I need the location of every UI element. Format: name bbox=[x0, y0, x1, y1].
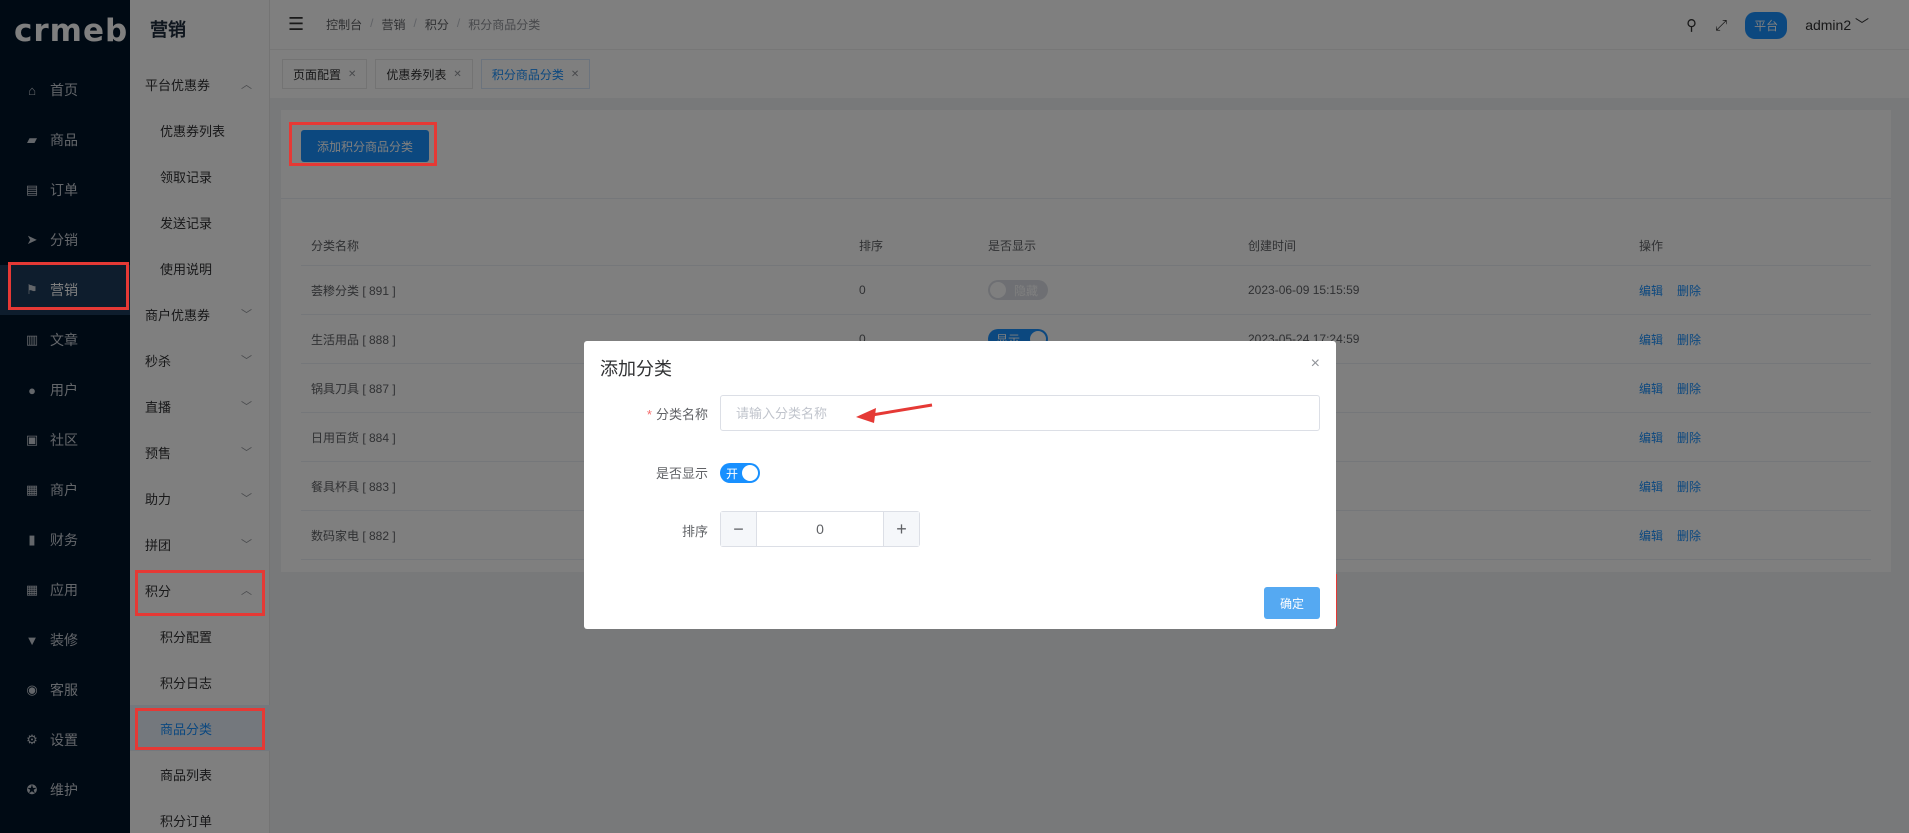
category-name-input[interactable] bbox=[720, 395, 1320, 431]
sort-value[interactable]: 0 bbox=[757, 512, 883, 546]
confirm-button[interactable]: 确定 bbox=[1264, 587, 1320, 619]
annotation-box bbox=[289, 122, 437, 166]
dialog-title: 添加分类 bbox=[600, 359, 672, 379]
category-name-label: * 分类名称 bbox=[646, 407, 708, 422]
show-switch[interactable]: 开 bbox=[720, 463, 760, 483]
annotation-arrow bbox=[856, 403, 933, 423]
annotation-box bbox=[135, 708, 265, 750]
decrement-button[interactable]: − bbox=[721, 512, 757, 546]
add-category-dialog: 添加分类 × *分类名称 是否显示 开 排序 − 0 + 确定 bbox=[584, 341, 1336, 629]
sort-stepper: − 0 + bbox=[720, 511, 920, 547]
annotation-box bbox=[8, 262, 129, 310]
annotation-box bbox=[135, 570, 265, 616]
sort-label: 排序 bbox=[681, 524, 708, 539]
close-icon[interactable]: × bbox=[1311, 355, 1320, 373]
increment-button[interactable]: + bbox=[883, 512, 919, 546]
show-label: 是否显示 bbox=[655, 466, 708, 481]
